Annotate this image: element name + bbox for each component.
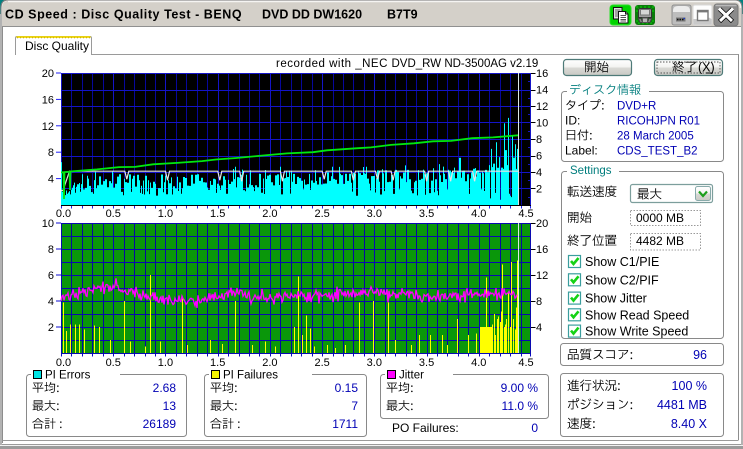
svg-text:14: 14: [536, 85, 548, 97]
svg-text:4481 MB: 4481 MB: [657, 398, 707, 412]
svg-text:1.0: 1.0: [158, 208, 173, 220]
svg-text:Jitter: Jitter: [399, 370, 424, 382]
svg-text:6: 6: [536, 151, 542, 163]
svg-text:16: 16: [536, 68, 548, 80]
svg-text:ID:: ID:: [565, 114, 580, 128]
svg-text:Show Read Speed: Show Read Speed: [585, 308, 689, 322]
svg-text:4: 4: [536, 322, 542, 334]
svg-text:8: 8: [48, 147, 54, 159]
svg-text:4: 4: [536, 167, 542, 179]
svg-text:Show Write Speed: Show Write Speed: [585, 325, 688, 339]
svg-text:0000 MB: 0000 MB: [636, 211, 684, 225]
svg-text:11.0 %: 11.0 %: [502, 399, 539, 413]
svg-text:2.68: 2.68: [153, 381, 177, 395]
svg-text:20: 20: [42, 68, 54, 80]
svg-text:12: 12: [42, 121, 54, 133]
svg-text:2: 2: [536, 184, 542, 196]
svg-text:3.0: 3.0: [367, 208, 382, 220]
svg-text:(X): (X): [698, 61, 715, 75]
svg-text:Label:: Label:: [565, 144, 598, 158]
svg-text:16: 16: [42, 94, 54, 106]
svg-text:PO Failures:: PO Failures:: [392, 421, 459, 435]
svg-text:8: 8: [536, 296, 542, 308]
svg-text:1.0: 1.0: [158, 357, 173, 369]
svg-text:Settings: Settings: [570, 165, 612, 177]
svg-text:4482 MB: 4482 MB: [636, 234, 684, 248]
svg-text:2.5: 2.5: [314, 357, 329, 369]
svg-text:1.5: 1.5: [210, 208, 225, 220]
svg-text:3.5: 3.5: [419, 357, 434, 369]
svg-text:100 %: 100 %: [672, 379, 707, 393]
svg-text:8.40 X: 8.40 X: [671, 417, 708, 431]
svg-text:2.0: 2.0: [262, 357, 277, 369]
svg-text:26189: 26189: [143, 417, 177, 431]
svg-text:2.5: 2.5: [314, 208, 329, 220]
svg-text:4.5: 4.5: [518, 357, 533, 369]
svg-text:CDS_TEST_B2: CDS_TEST_B2: [617, 146, 698, 158]
svg-text:DVD+R: DVD+R: [617, 101, 656, 113]
svg-text:0.15: 0.15: [335, 381, 359, 395]
svg-text:10: 10: [42, 218, 54, 230]
svg-text:96: 96: [693, 348, 707, 362]
svg-text:Disc Quality: Disc Quality: [25, 39, 89, 53]
svg-text:0.5: 0.5: [106, 357, 121, 369]
svg-text:4.0: 4.0: [471, 208, 486, 220]
svg-text:Show C2/PIF: Show C2/PIF: [585, 273, 659, 287]
svg-text:3.0: 3.0: [367, 357, 382, 369]
svg-text:1711: 1711: [332, 417, 358, 431]
svg-text:9.00 %: 9.00 %: [501, 381, 539, 395]
svg-text:4: 4: [48, 296, 54, 308]
svg-text:2: 2: [48, 322, 54, 334]
svg-text:RICOHJPN R01: RICOHJPN R01: [617, 116, 700, 128]
svg-text:0.5: 0.5: [106, 208, 121, 220]
svg-text:13: 13: [163, 399, 177, 413]
svg-text:6: 6: [48, 270, 54, 282]
svg-text:12: 12: [536, 270, 548, 282]
svg-text:4.5: 4.5: [518, 208, 533, 220]
svg-text:Show Jitter: Show Jitter: [585, 292, 647, 306]
svg-text:4.0: 4.0: [471, 357, 486, 369]
svg-text:B7T9: B7T9: [387, 8, 418, 22]
svg-text:28 March 2005: 28 March 2005: [617, 131, 694, 143]
svg-text:1.5: 1.5: [210, 357, 225, 369]
svg-text:PI Errors: PI Errors: [45, 370, 91, 382]
svg-text:10: 10: [536, 118, 548, 130]
svg-text:0.0: 0.0: [56, 357, 71, 369]
svg-text:recorded with _NEC: recorded with _NEC: [276, 58, 388, 70]
svg-text:Show C1/PIE: Show C1/PIE: [585, 255, 659, 269]
svg-text:PI Failures: PI Failures: [223, 370, 278, 382]
svg-text:2.0: 2.0: [262, 208, 277, 220]
svg-text:12: 12: [536, 101, 548, 113]
svg-text:4: 4: [48, 174, 54, 186]
svg-text:DVD_RW ND-3500AG v2.19: DVD_RW ND-3500AG v2.19: [392, 58, 539, 70]
svg-text:20: 20: [536, 218, 548, 230]
svg-text:0.0: 0.0: [56, 208, 71, 220]
svg-text:8: 8: [48, 244, 54, 256]
svg-text:3.5: 3.5: [419, 208, 434, 220]
svg-text:16: 16: [536, 244, 548, 256]
svg-text:8: 8: [536, 134, 542, 146]
svg-text:0: 0: [531, 421, 538, 435]
svg-text:DVD DD DW1620: DVD DD DW1620: [262, 8, 362, 22]
svg-text:7: 7: [351, 399, 358, 413]
svg-text:CD Speed : Disc Quality Test -: CD Speed : Disc Quality Test - BENQ: [5, 8, 242, 22]
